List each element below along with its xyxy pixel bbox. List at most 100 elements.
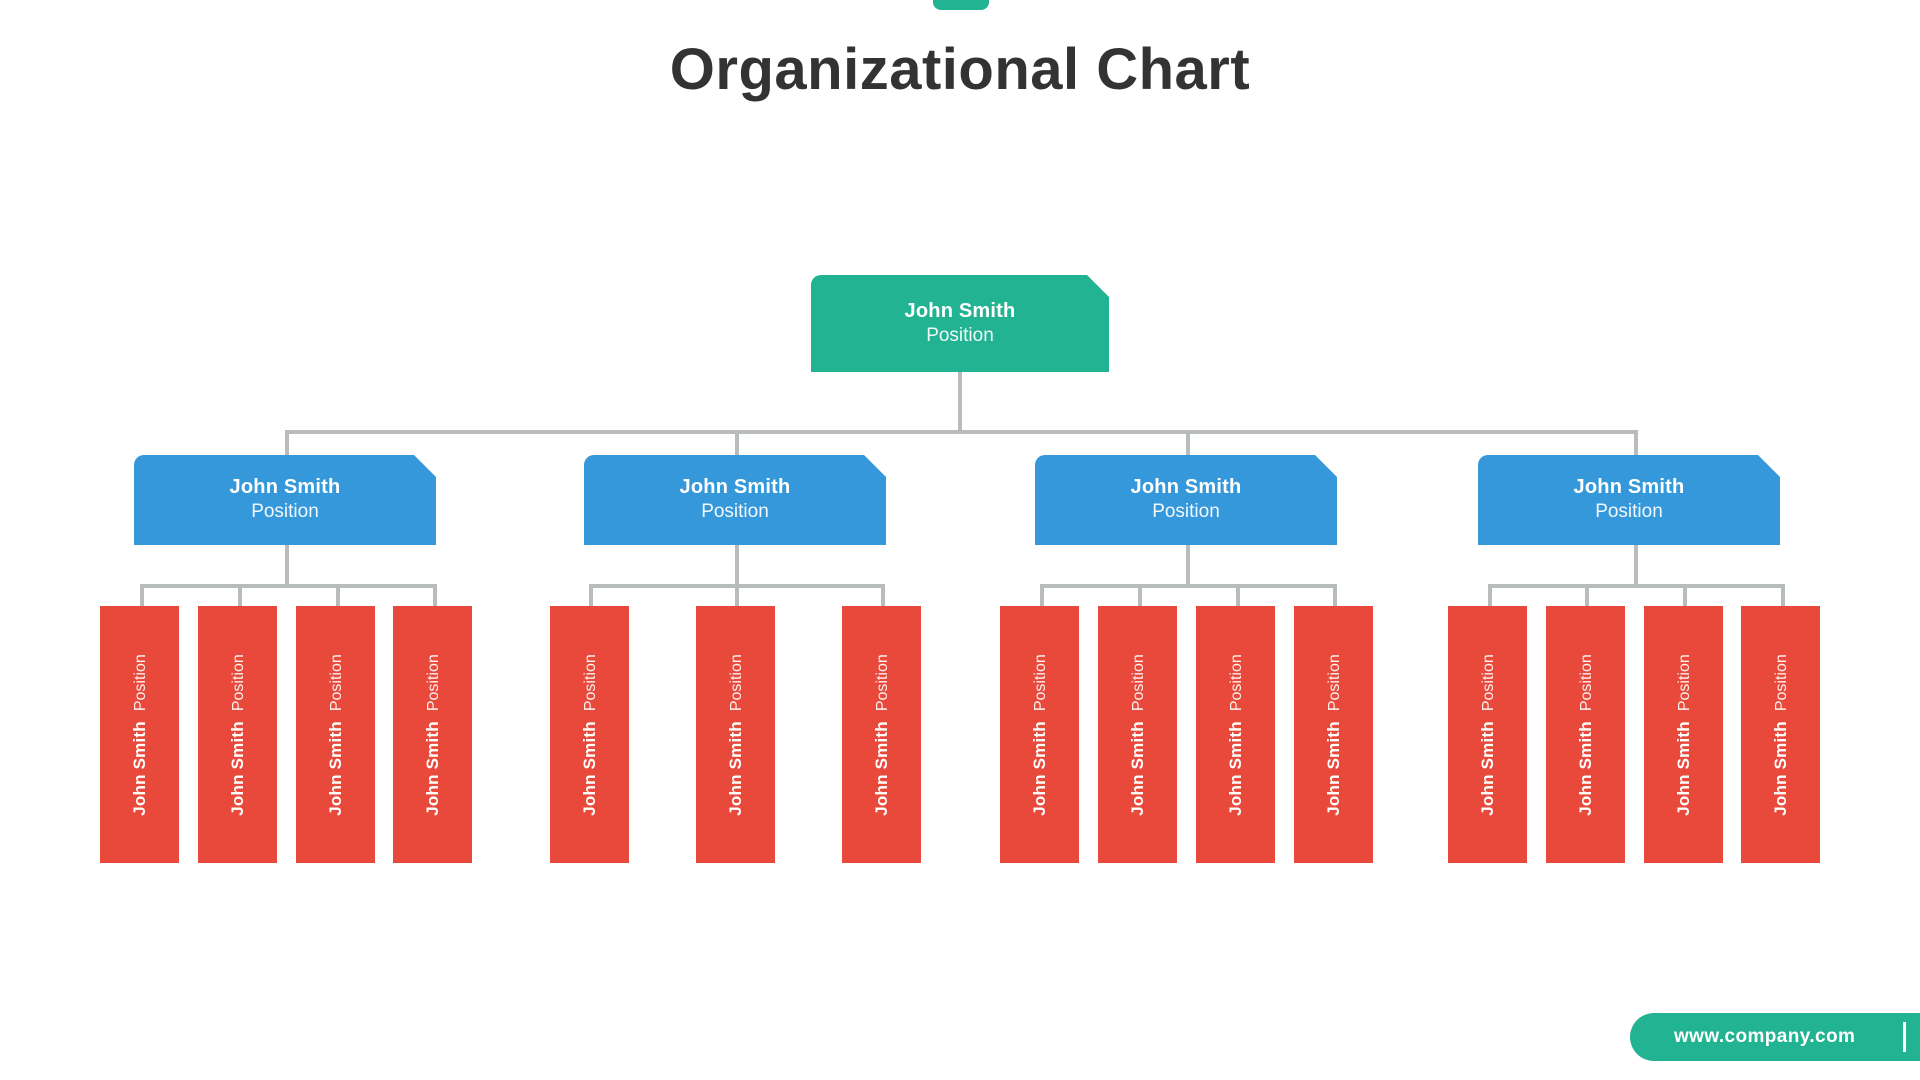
leaf-bus-connector-1 xyxy=(140,584,434,588)
node-name: John Smith xyxy=(725,720,745,816)
top-accent-tab xyxy=(933,0,989,10)
leaf-drop-4-1 xyxy=(1488,584,1492,606)
org-node-leaf-4-3[interactable]: John Smith Position xyxy=(1644,606,1723,863)
card-corner xyxy=(134,455,158,479)
org-node-leaf-4-4[interactable]: John Smith Position xyxy=(1741,606,1820,863)
node-name: John Smith xyxy=(325,720,345,816)
website-badge-label: www.company.com xyxy=(1674,1026,1856,1047)
node-position: Position xyxy=(1129,653,1147,711)
node-position: Position xyxy=(873,653,891,711)
leaf-drop-2-1 xyxy=(589,584,593,606)
leaf-text-block: John Smith Position xyxy=(1576,654,1596,815)
leaf-drop-3-3 xyxy=(1236,584,1240,606)
org-node-leaf-2-3[interactable]: John Smith Position xyxy=(842,606,921,863)
leaf-text-block: John Smith Position xyxy=(1674,654,1694,815)
node-name: John Smith xyxy=(904,299,1016,322)
card-corner xyxy=(1035,455,1059,479)
node-name: John Smith xyxy=(1130,476,1242,499)
leaf-drop-4-3 xyxy=(1683,584,1687,606)
node-name: John Smith xyxy=(1029,720,1049,816)
org-node-leaf-1-4[interactable]: John Smith Position xyxy=(393,606,472,863)
node-position: Position xyxy=(727,653,745,711)
leaf-drop-1-1 xyxy=(140,584,144,606)
org-node-leaf-2-2[interactable]: John Smith Position xyxy=(696,606,775,863)
leaf-text-block: John Smith Position xyxy=(130,654,150,815)
node-name: John Smith xyxy=(679,476,791,499)
branch-stem-bottom-4 xyxy=(1634,545,1638,584)
leaf-bus-connector-4 xyxy=(1488,584,1781,588)
node-name: John Smith xyxy=(1477,720,1497,816)
org-node-root[interactable]: John Smith Position xyxy=(811,275,1109,372)
org-node-branch-3[interactable]: John Smith Position xyxy=(1035,455,1337,545)
node-position: Position xyxy=(1479,653,1497,711)
leaf-drop-1-4 xyxy=(433,584,437,606)
branch-stem-top-3 xyxy=(1186,430,1190,455)
branch-stem-bottom-3 xyxy=(1186,545,1190,584)
branch-stem-bottom-2 xyxy=(735,545,739,584)
node-name: John Smith xyxy=(422,720,442,816)
leaf-text-block: John Smith Position xyxy=(1226,654,1246,815)
leaf-text-block: John Smith Position xyxy=(423,654,443,815)
node-name: John Smith xyxy=(1127,720,1147,816)
org-node-leaf-1-3[interactable]: John Smith Position xyxy=(296,606,375,863)
leaf-text-block: John Smith Position xyxy=(326,654,346,815)
node-position: Position xyxy=(701,501,769,523)
node-position: Position xyxy=(1227,653,1245,711)
org-node-leaf-3-2[interactable]: John Smith Position xyxy=(1098,606,1177,863)
card-corner xyxy=(811,275,835,299)
node-position: Position xyxy=(327,653,345,711)
leaf-drop-1-2 xyxy=(238,584,242,606)
leaf-drop-4-2 xyxy=(1585,584,1589,606)
node-name: John Smith xyxy=(1573,476,1685,499)
leaf-text-block: John Smith Position xyxy=(1128,654,1148,815)
branch-stem-top-2 xyxy=(735,430,739,455)
org-node-leaf-1-2[interactable]: John Smith Position xyxy=(198,606,277,863)
card-corner xyxy=(584,455,608,479)
org-node-leaf-4-2[interactable]: John Smith Position xyxy=(1546,606,1625,863)
level2-bus-connector xyxy=(285,430,1636,434)
leaf-text-block: John Smith Position xyxy=(580,654,600,815)
node-position: Position xyxy=(1325,653,1343,711)
org-node-branch-2[interactable]: John Smith Position xyxy=(584,455,886,545)
leaf-drop-3-4 xyxy=(1333,584,1337,606)
leaf-text-block: John Smith Position xyxy=(872,654,892,815)
org-node-leaf-2-1[interactable]: John Smith Position xyxy=(550,606,629,863)
leaf-drop-1-3 xyxy=(336,584,340,606)
leaf-drop-2-3 xyxy=(881,584,885,606)
org-node-branch-1[interactable]: John Smith Position xyxy=(134,455,436,545)
leaf-bus-connector-3 xyxy=(1040,584,1334,588)
node-position: Position xyxy=(1577,653,1595,711)
root-stem-connector xyxy=(958,372,962,430)
website-badge-divider xyxy=(1903,1022,1906,1052)
node-position: Position xyxy=(1675,653,1693,711)
node-name: John Smith xyxy=(871,720,891,816)
leaf-drop-3-2 xyxy=(1138,584,1142,606)
leaf-drop-4-4 xyxy=(1781,584,1785,606)
node-position: Position xyxy=(251,501,319,523)
node-name: John Smith xyxy=(229,476,341,499)
node-position: Position xyxy=(926,324,994,346)
website-badge[interactable]: www.company.com xyxy=(1630,1013,1920,1061)
org-node-leaf-1-1[interactable]: John Smith Position xyxy=(100,606,179,863)
org-node-leaf-3-3[interactable]: John Smith Position xyxy=(1196,606,1275,863)
org-node-leaf-4-1[interactable]: John Smith Position xyxy=(1448,606,1527,863)
node-position: Position xyxy=(1152,501,1220,523)
node-position: Position xyxy=(229,653,247,711)
leaf-text-block: John Smith Position xyxy=(1771,654,1791,815)
node-position: Position xyxy=(1595,501,1663,523)
org-node-leaf-3-1[interactable]: John Smith Position xyxy=(1000,606,1079,863)
node-name: John Smith xyxy=(1770,720,1790,816)
leaf-drop-2-2 xyxy=(735,584,739,606)
leaf-drop-3-1 xyxy=(1040,584,1044,606)
node-position: Position xyxy=(581,653,599,711)
org-node-leaf-3-4[interactable]: John Smith Position xyxy=(1294,606,1373,863)
node-name: John Smith xyxy=(1673,720,1693,816)
node-name: John Smith xyxy=(227,720,247,816)
org-node-branch-4[interactable]: John Smith Position xyxy=(1478,455,1780,545)
page-title: Organizational Chart xyxy=(669,37,1251,102)
leaf-text-block: John Smith Position xyxy=(228,654,248,815)
node-position: Position xyxy=(1772,653,1790,711)
leaf-text-block: John Smith Position xyxy=(726,654,746,815)
leaf-text-block: John Smith Position xyxy=(1478,654,1498,815)
node-position: Position xyxy=(1031,653,1049,711)
